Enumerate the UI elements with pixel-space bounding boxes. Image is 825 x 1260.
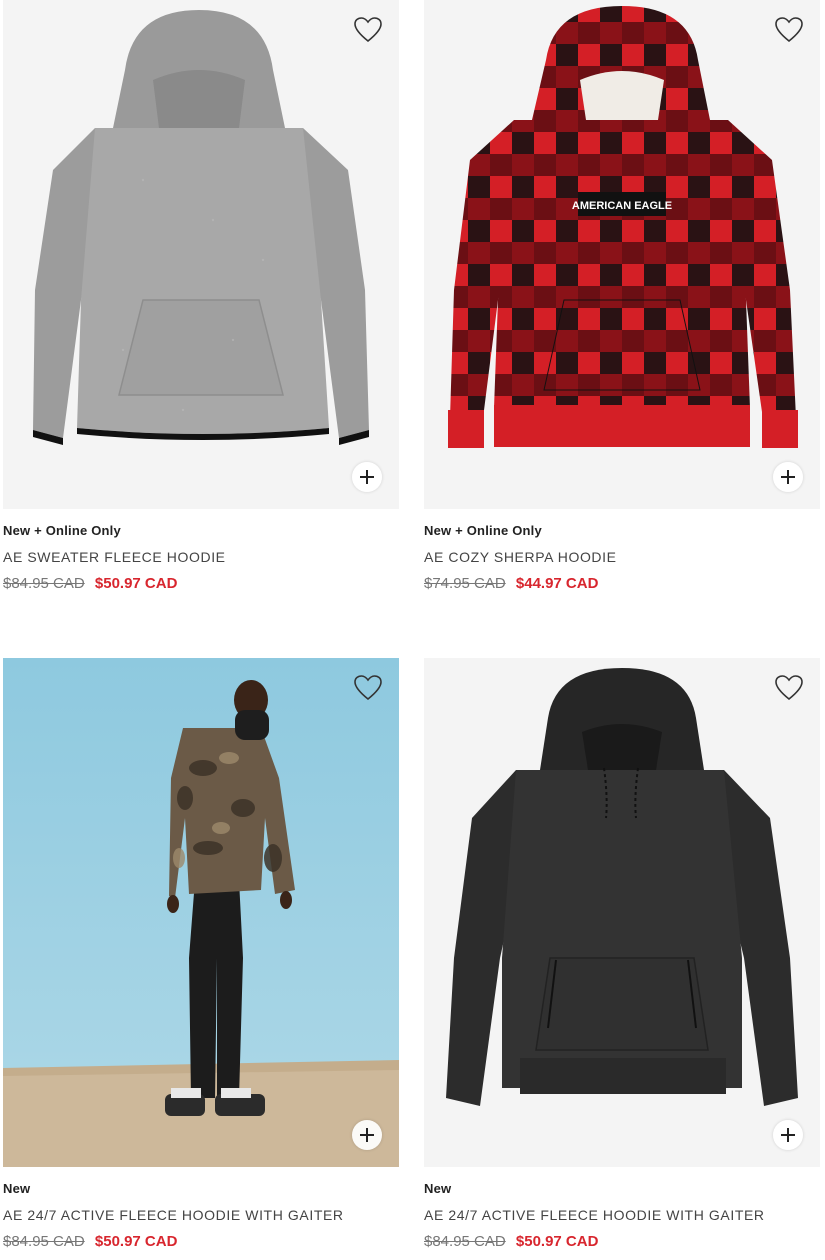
original-price: $84.95 CAD [3, 1233, 85, 1250]
sale-price: $50.97 CAD [94, 1233, 178, 1250]
black-hoodie-image [424, 658, 820, 1167]
product-name[interactable]: AE COZY SHERPA HOODIE [424, 549, 820, 566]
product-name[interactable]: AE SWEATER FLEECE HOODIE [3, 549, 399, 566]
heart-outline-icon[interactable] [774, 16, 804, 44]
product-card[interactable]: AMERICAN EAGLE New + Online Only AE COZY… [424, 0, 820, 593]
product-image[interactable] [3, 658, 399, 1167]
red-plaid-hoodie-image: AMERICAN EAGLE [424, 0, 820, 509]
product-image[interactable] [424, 658, 820, 1167]
original-price: $74.95 CAD [424, 575, 506, 592]
gray-hoodie-image [3, 0, 399, 509]
product-badge: New + Online Only [3, 523, 121, 538]
product-prices: $74.95 CAD $44.97 CAD [424, 575, 820, 593]
product-prices: $84.95 CAD $50.97 CAD [424, 1233, 820, 1251]
product-badge: New + Online Only [424, 523, 542, 538]
original-price: $84.95 CAD [424, 1233, 506, 1250]
product-prices: $84.95 CAD $50.97 CAD [3, 575, 399, 593]
sale-price: $50.97 CAD [515, 1233, 599, 1250]
quick-add-button[interactable] [352, 1120, 382, 1150]
heart-outline-icon[interactable] [353, 674, 383, 702]
quick-add-button[interactable] [773, 1120, 803, 1150]
product-name[interactable]: AE 24/7 ACTIVE FLEECE HOODIE WITH GAITER [424, 1207, 820, 1224]
camo-hoodie-model-image [3, 658, 399, 1167]
plus-icon [781, 1128, 795, 1142]
product-card[interactable]: New AE 24/7 ACTIVE FLEECE HOODIE WITH GA… [3, 658, 399, 1251]
product-image[interactable]: AMERICAN EAGLE [424, 0, 820, 509]
plus-icon [360, 1128, 374, 1142]
product-card[interactable]: New + Online Only AE SWEATER FLEECE HOOD… [3, 0, 399, 593]
original-price: $84.95 CAD [3, 575, 85, 592]
product-prices: $84.95 CAD $50.97 CAD [3, 1233, 399, 1251]
quick-add-button[interactable] [773, 462, 803, 492]
sale-price: $50.97 CAD [94, 575, 178, 592]
chest-print-text: AMERICAN EAGLE [572, 200, 672, 212]
sale-price: $44.97 CAD [515, 575, 599, 592]
quick-add-button[interactable] [352, 462, 382, 492]
plus-icon [781, 470, 795, 484]
product-card[interactable]: New AE 24/7 ACTIVE FLEECE HOODIE WITH GA… [424, 658, 820, 1251]
product-name[interactable]: AE 24/7 ACTIVE FLEECE HOODIE WITH GAITER [3, 1207, 399, 1224]
plus-icon [360, 470, 374, 484]
product-badge: New [424, 1181, 452, 1196]
product-badge: New [3, 1181, 31, 1196]
heart-outline-icon[interactable] [353, 16, 383, 44]
product-image[interactable] [3, 0, 399, 509]
heart-outline-icon[interactable] [774, 674, 804, 702]
